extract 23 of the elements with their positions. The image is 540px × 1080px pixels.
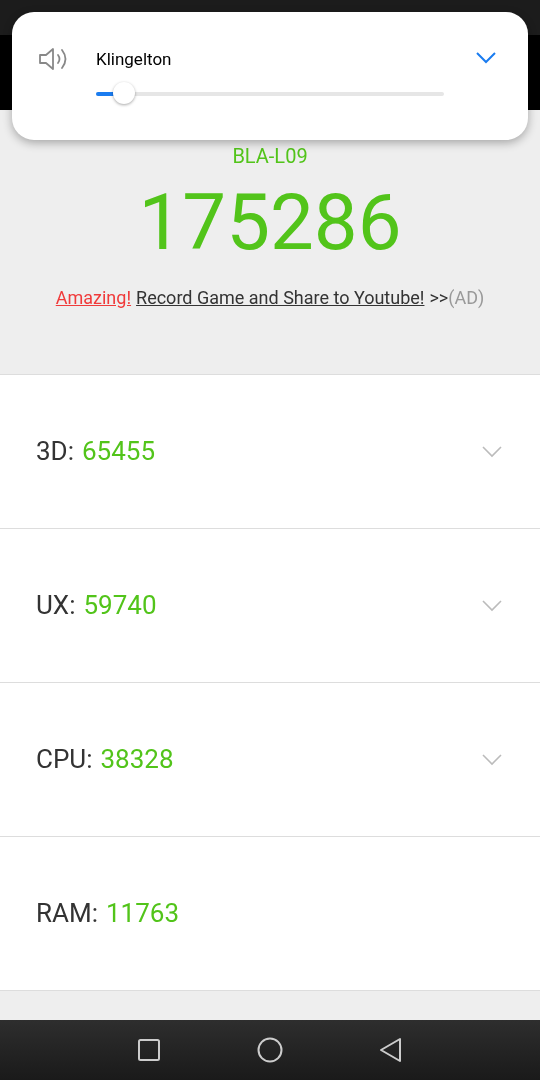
category-label: RAM: xyxy=(36,897,98,930)
ad-tag: (AD) xyxy=(448,286,485,310)
category-score: 11763 xyxy=(106,897,180,930)
ad-arrows: >> xyxy=(429,286,449,310)
recents-square-icon[interactable] xyxy=(137,1038,161,1062)
category-row[interactable]: CPU: 38328 xyxy=(0,683,540,837)
category-score: 59740 xyxy=(83,589,157,622)
slider-thumb[interactable] xyxy=(112,82,135,104)
chevron-down-icon[interactable] xyxy=(476,52,496,64)
category-score: 38328 xyxy=(100,743,174,776)
category-score: 65455 xyxy=(82,435,156,468)
category-label: CPU: xyxy=(36,743,93,776)
home-circle-icon[interactable] xyxy=(257,1037,283,1063)
device-name: BLA-L09 xyxy=(232,144,308,168)
volume-label: Klingelton xyxy=(96,48,172,70)
ad-link[interactable]: Record Game and Share to Youtube! xyxy=(136,286,425,310)
category-label: UX: xyxy=(36,589,76,622)
back-triangle-icon[interactable] xyxy=(379,1037,403,1063)
category-row[interactable]: UX: 59740 xyxy=(0,529,540,683)
category-row[interactable]: 3D: 65455 xyxy=(0,375,540,529)
total-score: 175286 xyxy=(138,178,402,268)
volume-slider[interactable] xyxy=(96,82,444,106)
category-label: 3D: xyxy=(36,435,74,468)
